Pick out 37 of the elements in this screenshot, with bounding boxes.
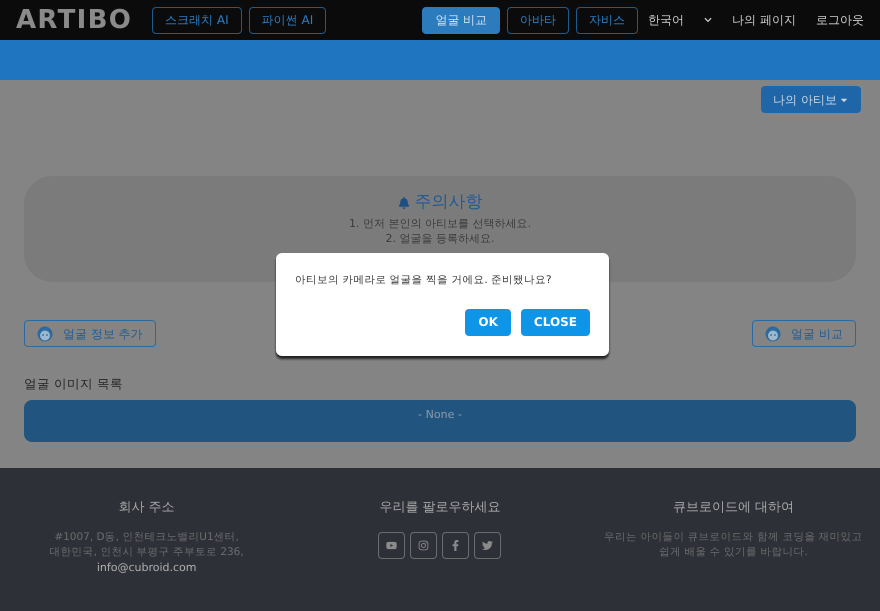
dialog-message: 아티보의 카메라로 얼굴을 찍을 거에요. 준비됐나요? [295, 273, 553, 288]
notice-title: 주의사항 [414, 191, 482, 214]
facebook-icon [450, 540, 462, 550]
address-text: #1007, D동, 인천테크노밸리U1센터, [54, 530, 239, 544]
instagram-link[interactable] [410, 532, 438, 558]
nav-button[interactable]: 스크래치 AI [152, 6, 242, 34]
notice-text: 2. 얼굴을 등록하세요. [386, 230, 494, 246]
chevron-icon [704, 16, 712, 24]
twitter-icon [482, 540, 494, 550]
footer-heading: 우리를 팔로우하세요 [379, 499, 501, 517]
email-link[interactable]: info@cubroid.com [96, 560, 196, 574]
youtube-icon [386, 540, 398, 550]
empty-text: - None - [418, 406, 462, 423]
dialog-button[interactable]: OK [465, 308, 511, 336]
footer-heading: 큐브로이드에 대하여 [672, 499, 794, 517]
notice-text: 1. 먼저 본인의 아티보를 선택하세요. [349, 216, 531, 230]
twitter-link[interactable] [474, 532, 502, 558]
nav-button[interactable]: 아바타 [507, 6, 570, 34]
face-icon [765, 326, 782, 342]
nav-link[interactable]: 로그아웃 [816, 11, 864, 29]
device-dropdown[interactable]: 나의 아티보 [761, 86, 861, 113]
section-label: 얼굴 이미지 목록 [24, 375, 124, 393]
nav-button[interactable]: 자비스 [576, 6, 638, 34]
bell-icon [398, 196, 410, 209]
address-text: 대한민국, 인천시 부평구 주부토로 236, [50, 544, 244, 560]
dialog-button[interactable]: CLOSE [520, 308, 590, 336]
nav-link[interactable]: 나의 페이지 [732, 11, 796, 29]
nav-button[interactable]: 파이썬 AI [248, 6, 326, 34]
face-icon [37, 326, 53, 342]
nav-button[interactable]: 얼굴 비교 [422, 6, 500, 34]
footer-heading: 회사 주소 [118, 499, 175, 517]
youtube-link[interactable] [378, 532, 406, 558]
instagram-icon [418, 540, 430, 550]
logo[interactable]: ARTIBO [16, 0, 132, 40]
facebook-link[interactable] [442, 532, 470, 558]
about-text: 우리는 아이들이 큐브로이드와 함께 코딩을 재미있고 쉽게 배울 수 있기를 바랍니다. [602, 530, 864, 560]
language-select[interactable]: 한국어 [648, 11, 712, 29]
